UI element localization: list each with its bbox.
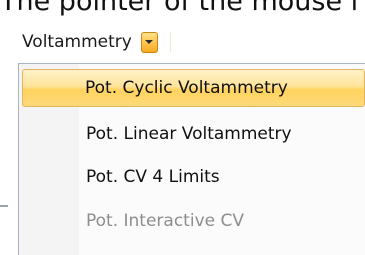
combo-separator: [169, 32, 171, 52]
dropdown-button[interactable]: [140, 31, 158, 53]
menu-item-interactive-cv: Pot. Interactive CV: [23, 201, 365, 241]
chevron-down-icon: [145, 40, 154, 44]
menu-item-label: Pot. Linear Voltammetry: [86, 124, 292, 144]
technique-dropdown-menu: Pot. Cyclic Voltammetry Pot. Linear Volt…: [18, 63, 365, 255]
combo-label: Voltammetry: [22, 32, 132, 52]
menu-item-linear-voltammetry[interactable]: Pot. Linear Voltammetry: [23, 114, 365, 154]
menu-item-label: Pot. CV 4 Limits: [86, 167, 220, 187]
background-divider: [0, 205, 8, 207]
technique-combo[interactable]: Voltammetry: [22, 28, 171, 56]
menu-item-label: Pot. Cyclic Voltammetry: [85, 78, 288, 98]
caption-text: The pointer of the mouse i: [0, 0, 359, 17]
menu-item-label: Pot. Interactive CV: [86, 211, 244, 231]
menu-item-cyclic-voltammetry[interactable]: Pot. Cyclic Voltammetry: [22, 69, 365, 107]
screenshot-stage: The pointer of the mouse i Voltammetry P…: [0, 0, 365, 255]
menu-item-cv-4-limits[interactable]: Pot. CV 4 Limits: [23, 157, 365, 197]
